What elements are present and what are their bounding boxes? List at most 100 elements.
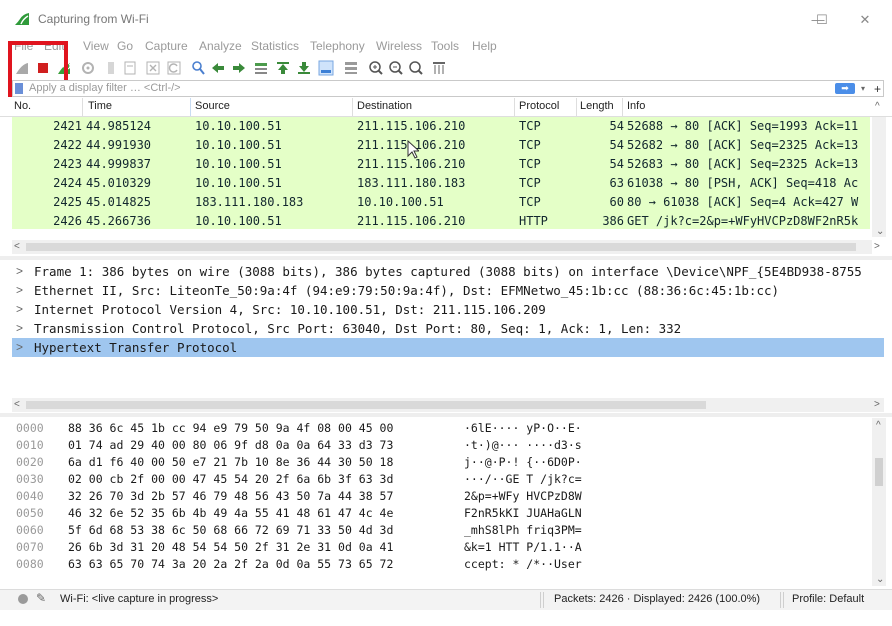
menu-telephony[interactable]: Telephony — [310, 39, 365, 53]
scroll-right-icon[interactable]: > — [874, 241, 880, 252]
packet-list-scroll-up-icon[interactable]: ^ — [875, 101, 880, 112]
go-first-icon[interactable] — [275, 60, 291, 76]
maximize-button[interactable]: ☐ — [800, 6, 844, 34]
expand-chevron-icon[interactable]: > — [16, 283, 23, 297]
scroll-left-icon[interactable]: < — [14, 399, 20, 410]
menu-view[interactable]: View — [83, 39, 109, 53]
scroll-right-icon[interactable]: > — [874, 399, 880, 410]
scroll-thumb[interactable] — [26, 401, 706, 409]
display-filter-input[interactable]: Apply a display filter … <Ctrl-/> — [29, 82, 181, 94]
scroll-left-icon[interactable]: < — [14, 241, 20, 252]
column-no[interactable]: No. — [14, 100, 31, 112]
filter-bookmark-icon[interactable] — [15, 83, 23, 94]
bytes-vertical-scrollbar[interactable] — [872, 418, 886, 586]
menu-tools[interactable]: Tools — [431, 39, 459, 53]
packet-protocol: HTTP — [519, 214, 548, 228]
profile-selector[interactable]: Profile: Default — [792, 593, 864, 605]
column-time[interactable]: Time — [88, 100, 112, 112]
open-file-icon[interactable] — [103, 60, 119, 76]
zoom-normal-icon[interactable] — [408, 60, 424, 76]
zoom-out-icon[interactable] — [388, 60, 404, 76]
menu-analyze[interactable]: Analyze — [199, 39, 242, 53]
column-separator[interactable] — [82, 98, 83, 116]
detail-row-tcp[interactable]: > Transmission Control Protocol, Src Por… — [12, 319, 884, 338]
column-separator[interactable] — [514, 98, 515, 116]
expert-info-icon[interactable] — [18, 594, 28, 604]
column-destination[interactable]: Destination — [357, 100, 412, 112]
menu-go[interactable]: Go — [117, 39, 133, 53]
bytes-row[interactable]: 0050 46 32 6e 52 35 6b 4b 49 4a 55 41 48… — [12, 505, 870, 521]
column-separator[interactable] — [622, 98, 623, 116]
expand-chevron-icon[interactable]: > — [16, 302, 23, 316]
detail-row-ethernet[interactable]: > Ethernet II, Src: LiteonTe_50:9a:4f (9… — [12, 281, 884, 300]
column-separator[interactable] — [352, 98, 353, 116]
pane-splitter[interactable] — [0, 413, 892, 417]
packet-row[interactable]: 2426 45.266736 10.10.100.51 211.115.106.… — [12, 212, 870, 229]
packet-row[interactable]: 2425 45.014825 183.111.180.183 10.10.100… — [12, 193, 870, 212]
packet-row[interactable]: 2421 44.985124 10.10.100.51 211.115.106.… — [12, 117, 870, 136]
find-packet-icon[interactable] — [190, 60, 206, 76]
pane-splitter[interactable] — [0, 256, 892, 260]
bytes-row[interactable]: 0010 01 74 ad 29 40 00 80 06 9f d8 0a 0a… — [12, 437, 870, 453]
save-file-icon[interactable] — [122, 60, 138, 76]
close-file-icon[interactable] — [145, 60, 161, 76]
column-protocol[interactable]: Protocol — [519, 100, 559, 112]
bytes-row[interactable]: 0070 26 6b 3d 31 20 48 54 54 50 2f 31 2e… — [12, 539, 870, 555]
bytes-row[interactable]: 0060 5f 6d 68 53 38 6c 50 68 66 72 69 71… — [12, 522, 870, 538]
detail-row-frame[interactable]: > Frame 1: 386 bytes on wire (3088 bits)… — [12, 262, 884, 281]
packet-info: 61038 → 80 [PSH, ACK] Seq=418 Ac — [627, 176, 859, 190]
go-to-packet-icon[interactable] — [253, 60, 269, 76]
apply-filter-button[interactable]: ➡ — [835, 83, 855, 94]
resize-columns-icon[interactable] — [431, 60, 447, 76]
detail-row-http[interactable]: > Hypertext Transfer Protocol — [12, 338, 884, 357]
go-last-icon[interactable] — [296, 60, 312, 76]
column-separator[interactable] — [190, 98, 191, 116]
packet-row[interactable]: 2423 44.999837 10.10.100.51 211.115.106.… — [12, 155, 870, 174]
packet-row[interactable]: 2424 45.010329 10.10.100.51 183.111.180.… — [12, 174, 870, 193]
reload-icon[interactable] — [166, 60, 182, 76]
column-separator[interactable] — [576, 98, 577, 116]
bytes-offset: 0020 — [16, 455, 44, 469]
filter-dropdown-icon[interactable]: ▾ — [861, 82, 871, 95]
menu-capture[interactable]: Capture — [145, 39, 188, 53]
packet-list-vertical-scrollbar[interactable] — [872, 117, 886, 237]
scroll-up-icon[interactable]: ^ — [876, 420, 881, 431]
bytes-row[interactable]: 0080 63 63 65 70 74 3a 20 2a 2f 2a 0d 0a… — [12, 556, 870, 572]
capture-comment-icon[interactable]: ✎ — [36, 591, 46, 605]
packet-list-horizontal-scrollbar[interactable] — [12, 240, 872, 254]
add-filter-button[interactable]: + — [874, 82, 881, 96]
scroll-thumb[interactable] — [875, 458, 883, 486]
detail-text: Ethernet II, Src: LiteonTe_50:9a:4f (94:… — [34, 283, 780, 298]
column-length[interactable]: Length — [580, 100, 614, 112]
bytes-row[interactable]: 0000 88 36 6c 45 1b cc 94 e9 79 50 9a 4f… — [12, 420, 870, 436]
packet-protocol: TCP — [519, 176, 541, 190]
display-filter-bar[interactable]: Apply a display filter … <Ctrl-/> ➡ ▾ — [12, 80, 884, 97]
scroll-thumb[interactable] — [26, 243, 856, 251]
capture-options-icon[interactable] — [80, 60, 96, 76]
details-horizontal-scrollbar[interactable] — [12, 398, 884, 412]
bytes-hex: 88 36 6c 45 1b cc 94 e9 79 50 9a 4f 08 0… — [68, 421, 394, 435]
close-button[interactable]: ✕ — [843, 6, 887, 34]
menu-help[interactable]: Help — [472, 39, 497, 53]
zoom-in-icon[interactable] — [368, 60, 384, 76]
packet-row[interactable]: 2422 44.991930 10.10.100.51 211.115.106.… — [12, 136, 870, 155]
expand-chevron-icon[interactable]: > — [16, 321, 23, 335]
packet-time: 44.985124 — [86, 119, 152, 133]
menu-wireless[interactable]: Wireless — [376, 39, 422, 53]
autoscroll-icon[interactable] — [318, 60, 334, 76]
go-back-icon[interactable] — [210, 60, 226, 76]
column-source[interactable]: Source — [195, 100, 230, 112]
expand-chevron-icon[interactable]: > — [16, 340, 23, 354]
bytes-row[interactable]: 0040 32 26 70 3d 2b 57 46 79 48 56 43 50… — [12, 488, 870, 504]
bytes-row[interactable]: 0030 02 00 cb 2f 00 00 47 45 54 20 2f 6a… — [12, 471, 870, 487]
packet-list-scroll-down-icon[interactable]: ⌄ — [876, 226, 884, 237]
menu-statistics[interactable]: Statistics — [251, 39, 299, 53]
bytes-row[interactable]: 0020 6a d1 f6 40 00 50 e7 21 7b 10 8e 36… — [12, 454, 870, 470]
column-info[interactable]: Info — [627, 100, 645, 112]
go-forward-icon[interactable] — [231, 60, 247, 76]
colorize-icon[interactable] — [343, 60, 359, 76]
packet-details-pane: > Frame 1: 386 bytes on wire (3088 bits)… — [12, 262, 884, 396]
scroll-down-icon[interactable]: ⌄ — [876, 574, 884, 585]
detail-row-ipv4[interactable]: > Internet Protocol Version 4, Src: 10.1… — [12, 300, 884, 319]
expand-chevron-icon[interactable]: > — [16, 264, 23, 278]
